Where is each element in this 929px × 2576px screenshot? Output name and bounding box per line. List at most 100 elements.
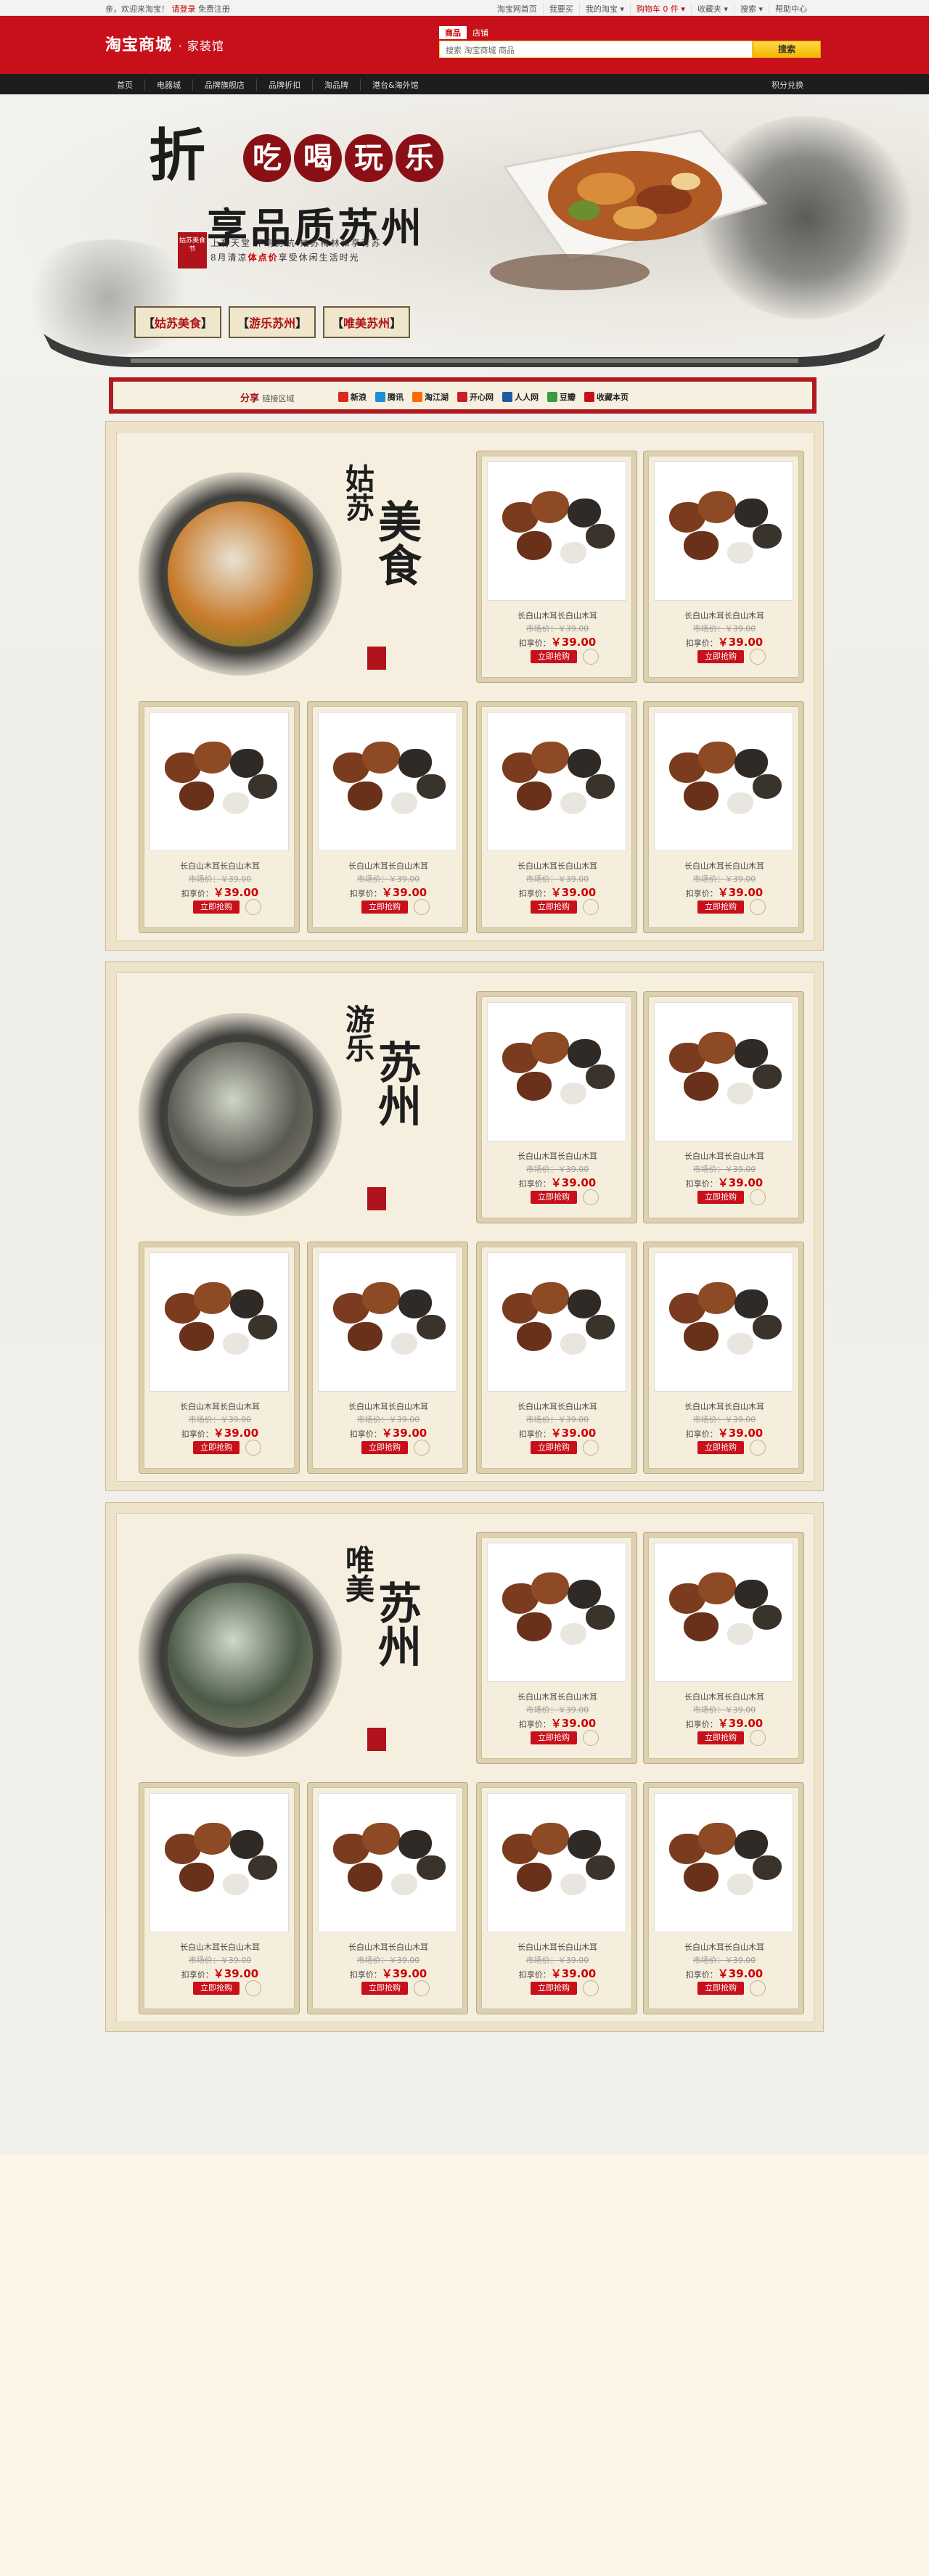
buy-now-button[interactable]: 立即抢购 bbox=[531, 901, 577, 914]
product-name[interactable]: 长白山木耳长白山木耳 bbox=[139, 1400, 300, 1412]
buy-now-button[interactable]: 立即抢购 bbox=[531, 1982, 577, 1995]
product-name[interactable]: 长白山木耳长白山木耳 bbox=[139, 1941, 300, 1953]
product-name[interactable]: 长白山木耳长白山木耳 bbox=[644, 1691, 805, 1702]
product-image[interactable] bbox=[654, 712, 793, 851]
product-image[interactable] bbox=[150, 1793, 289, 1932]
buy-now-button[interactable]: 立即抢购 bbox=[697, 1191, 744, 1204]
share-link[interactable]: 淘江湖 bbox=[412, 391, 449, 403]
product-card: 长白山木耳长白山木耳 市场价：￥39.00 扣享价：￥39.00 立即抢购 bbox=[307, 1782, 468, 2014]
product-name[interactable]: 长白山木耳长白山木耳 bbox=[644, 860, 805, 871]
product-name[interactable]: 长白山木耳长白山木耳 bbox=[477, 1150, 638, 1162]
product-image[interactable] bbox=[654, 462, 793, 601]
product-image[interactable] bbox=[150, 712, 289, 851]
product-image[interactable] bbox=[654, 1793, 793, 1932]
product-photo-shape bbox=[684, 531, 719, 560]
product-image[interactable] bbox=[654, 1252, 793, 1392]
product-image[interactable] bbox=[487, 462, 626, 601]
swirl-icon bbox=[750, 899, 766, 915]
nav-item-flagship[interactable]: 品牌旗舰店 bbox=[192, 79, 256, 91]
buy-now-button[interactable]: 立即抢购 bbox=[697, 901, 744, 914]
buy-now-button[interactable]: 立即抢购 bbox=[193, 1982, 240, 1995]
search-tab-shops[interactable]: 店铺 bbox=[467, 26, 494, 39]
buy-now-button[interactable]: 立即抢购 bbox=[361, 901, 408, 914]
top-link-favorites[interactable]: 收藏夹 ▾ bbox=[690, 3, 734, 15]
nav-item-appliance[interactable]: 电器城 bbox=[144, 79, 192, 91]
top-link-home[interactable]: 淘宝网首页 bbox=[491, 3, 543, 15]
product-image[interactable] bbox=[150, 1252, 289, 1392]
welcome-area: 亲，欢迎来淘宝！ 请登录 免费注册 bbox=[105, 3, 230, 15]
nav-item-discount[interactable]: 品牌折扣 bbox=[256, 79, 312, 91]
product-image[interactable] bbox=[487, 1793, 626, 1932]
buy-now-button[interactable]: 立即抢购 bbox=[697, 1441, 744, 1454]
swirl-icon bbox=[750, 1980, 766, 1996]
product-image[interactable] bbox=[318, 712, 457, 851]
product-name[interactable]: 长白山木耳长白山木耳 bbox=[308, 860, 469, 871]
product-photo-shape bbox=[531, 742, 569, 774]
product-image[interactable] bbox=[318, 1252, 457, 1392]
section-title-part2: 美食 bbox=[378, 498, 422, 592]
product-image[interactable] bbox=[654, 1543, 793, 1682]
product-name[interactable]: 长白山木耳长白山木耳 bbox=[477, 1691, 638, 1702]
buy-now-button[interactable]: 立即抢购 bbox=[531, 1441, 577, 1454]
buy-now-button[interactable]: 立即抢购 bbox=[531, 1731, 577, 1744]
share-link[interactable]: 人人网 bbox=[502, 391, 539, 403]
login-link[interactable]: 请登录 bbox=[172, 4, 196, 14]
product-photo-shape bbox=[586, 1855, 615, 1880]
product-image[interactable] bbox=[487, 1002, 626, 1141]
buy-now-button[interactable]: 立即抢购 bbox=[531, 650, 577, 663]
product-name[interactable]: 长白山木耳长白山木耳 bbox=[477, 610, 638, 621]
top-link-search[interactable]: 搜索 ▾ bbox=[733, 3, 769, 15]
search-tab-goods[interactable]: 商品 bbox=[439, 26, 467, 39]
product-photo-shape bbox=[684, 782, 719, 811]
product-name[interactable]: 长白山木耳长白山木耳 bbox=[477, 860, 638, 871]
product-photo-shape bbox=[734, 1830, 768, 1859]
share-link[interactable]: 腾讯 bbox=[375, 391, 404, 403]
product-name[interactable]: 长白山木耳长白山木耳 bbox=[308, 1941, 469, 1953]
product-name[interactable]: 长白山木耳长白山木耳 bbox=[308, 1400, 469, 1412]
section-feature: 游乐 苏州 bbox=[139, 991, 443, 1231]
share-link[interactable]: 豆瓣 bbox=[547, 391, 576, 403]
top-link-help[interactable]: 帮助中心 bbox=[769, 3, 813, 15]
hero-label-beauty[interactable]: 【唯美苏州】 bbox=[323, 306, 411, 338]
section-inner: 姑苏 美食 长白山木耳长白山木耳 市场价：￥39.00 扣享价：￥39.00 立即抢购 长白… bbox=[116, 432, 814, 941]
nav-item-brand[interactable]: 淘品牌 bbox=[312, 79, 360, 91]
product-image[interactable] bbox=[654, 1002, 793, 1141]
share-link[interactable]: 新浪 bbox=[338, 391, 367, 403]
buy-now-button[interactable]: 立即抢购 bbox=[193, 901, 240, 914]
product-name[interactable]: 长白山木耳长白山木耳 bbox=[644, 1400, 805, 1412]
buy-now-button[interactable]: 立即抢购 bbox=[361, 1982, 408, 1995]
product-image[interactable] bbox=[318, 1793, 457, 1932]
hero-label-food[interactable]: 【姑苏美食】 bbox=[134, 306, 222, 338]
product-name[interactable]: 长白山木耳长白山木耳 bbox=[139, 860, 300, 871]
product-image[interactable] bbox=[487, 712, 626, 851]
product-image[interactable] bbox=[487, 1252, 626, 1392]
product-image[interactable] bbox=[487, 1543, 626, 1682]
product-name[interactable]: 长白山木耳长白山木耳 bbox=[477, 1400, 638, 1412]
hero-label-play[interactable]: 【游乐苏州】 bbox=[229, 306, 316, 338]
product-photo-shape bbox=[568, 1289, 601, 1318]
product-name[interactable]: 长白山木耳长白山木耳 bbox=[477, 1941, 638, 1953]
search-input[interactable]: 搜索 淘宝商城 商品 bbox=[439, 41, 753, 58]
buy-now-button[interactable]: 立即抢购 bbox=[697, 1731, 744, 1744]
nav-item-overseas[interactable]: 港台&海外馆 bbox=[360, 79, 430, 91]
top-link-my-taobao[interactable]: 我的淘宝 ▾ bbox=[578, 3, 630, 15]
top-link-buy[interactable]: 我要买 bbox=[542, 3, 579, 15]
nav-item-home[interactable]: 首页 bbox=[105, 79, 144, 91]
product-photo-shape bbox=[531, 1032, 569, 1064]
product-name[interactable]: 长白山木耳长白山木耳 bbox=[644, 1150, 805, 1162]
search-button[interactable]: 搜索 bbox=[753, 41, 821, 58]
buy-now-button[interactable]: 立即抢购 bbox=[697, 650, 744, 663]
product-name[interactable]: 长白山木耳长白山木耳 bbox=[644, 610, 805, 621]
buy-now-button[interactable]: 立即抢购 bbox=[361, 1441, 408, 1454]
product-name[interactable]: 长白山木耳长白山木耳 bbox=[644, 1941, 805, 1953]
register-link[interactable]: 免费注册 bbox=[198, 4, 230, 14]
buy-now-button[interactable]: 立即抢购 bbox=[697, 1982, 744, 1995]
share-link[interactable]: 收藏本页 bbox=[584, 391, 629, 403]
share-link[interactable]: 开心网 bbox=[457, 391, 494, 403]
buy-now-button[interactable]: 立即抢购 bbox=[193, 1441, 240, 1454]
hero-circle-char: 吃 bbox=[243, 134, 291, 182]
nav-points-exchange[interactable]: 积分兑换 bbox=[772, 79, 803, 91]
site-logo[interactable]: 淘宝商城 · 家装馆 bbox=[105, 32, 224, 55]
buy-now-button[interactable]: 立即抢购 bbox=[531, 1191, 577, 1204]
top-link-cart[interactable]: 购物车 0 件 ▾ bbox=[629, 3, 691, 15]
